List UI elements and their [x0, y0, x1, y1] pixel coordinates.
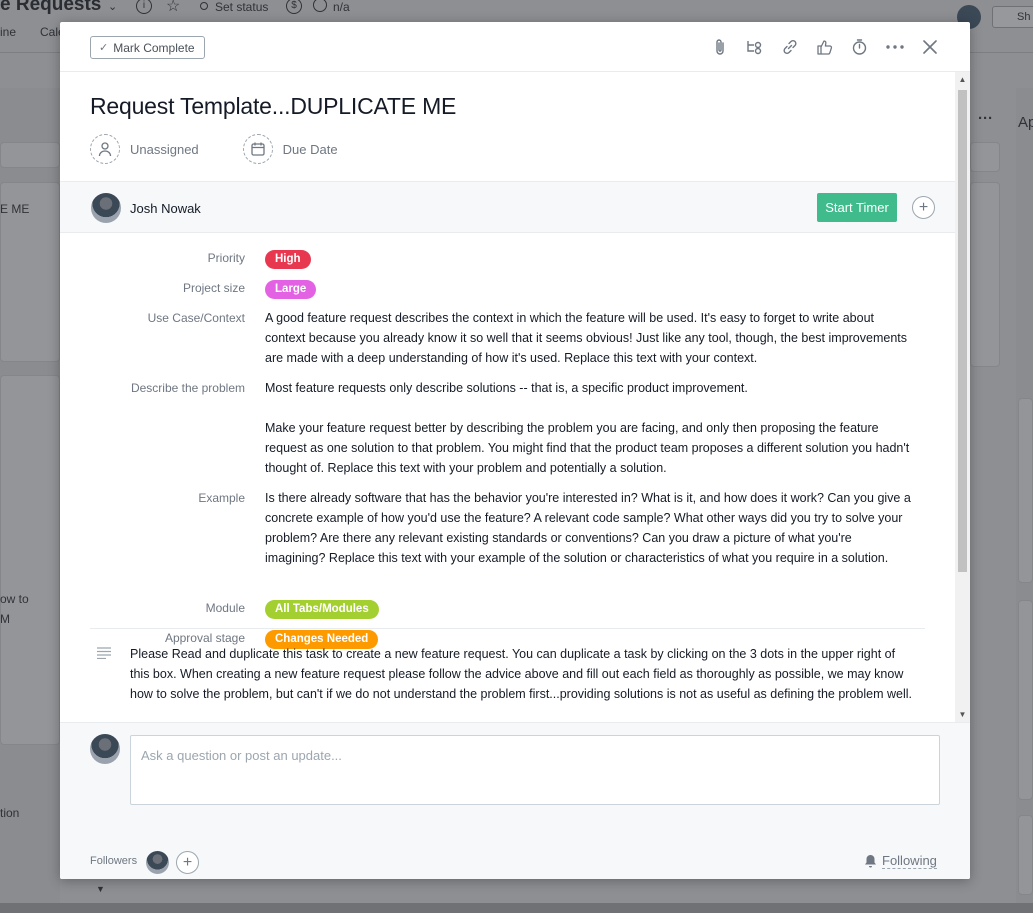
set-status-link[interactable]: Set status: [215, 0, 268, 14]
more-icon[interactable]: [884, 37, 905, 57]
add-icon[interactable]: +: [912, 196, 935, 219]
background-card: [1018, 398, 1033, 583]
close-icon[interactable]: [919, 37, 940, 57]
background-card-text: tion: [0, 806, 20, 820]
user-icon: [98, 142, 112, 157]
add-follower-icon[interactable]: +: [176, 851, 199, 874]
comment-section: Followers + Following: [60, 722, 970, 879]
task-body: Request Template...DUPLICATE ME Unassign…: [60, 72, 955, 722]
dollar-icon: $: [286, 0, 302, 14]
avatar: [90, 734, 120, 764]
star-icon[interactable]: ☆: [166, 0, 180, 16]
share-button[interactable]: Sh: [992, 6, 1033, 28]
due-date-picker[interactable]: [242, 134, 273, 164]
divider: [90, 628, 925, 629]
field-value: Large: [265, 278, 915, 299]
background-topbar: e Requests ⌄ i ☆ Set status $ n/a Sh: [0, 0, 1033, 29]
time-tracking-bar: Josh Nowak Start Timer +: [60, 181, 955, 233]
follower-avatar[interactable]: [146, 851, 169, 874]
problem-text-line: Make your feature request better by desc…: [265, 421, 910, 475]
problem-text-line: Most feature requests only describe solu…: [265, 381, 748, 395]
background-card: [970, 182, 1000, 367]
background-card: [0, 142, 60, 168]
field-label: Approval stage: [164, 631, 245, 645]
problem-text[interactable]: Most feature requests only describe solu…: [265, 378, 915, 478]
link-icon[interactable]: [779, 37, 800, 57]
comment-input[interactable]: [141, 748, 929, 763]
priority-badge[interactable]: High: [265, 250, 311, 269]
task-title[interactable]: Request Template...DUPLICATE ME: [90, 93, 456, 120]
background-card-text: ow to: [0, 592, 29, 606]
task-description[interactable]: Please Read and duplicate this task to c…: [130, 644, 915, 704]
status-dot-icon: [200, 2, 208, 10]
like-icon[interactable]: [814, 37, 835, 57]
assignee-picker[interactable]: [90, 134, 120, 164]
background-card-text: M: [0, 612, 10, 626]
task-detail-modal: ✓ Mark Complete Request Template...DUPLI…: [60, 22, 970, 879]
assignee-row: Unassigned Due Date: [90, 134, 338, 164]
project-title: e Requests: [0, 0, 102, 15]
background-card: [1018, 600, 1033, 800]
subtask-icon[interactable]: [744, 37, 765, 57]
timer-icon[interactable]: [849, 37, 870, 57]
field-label: Example: [198, 491, 245, 505]
right-column-header: Ap: [1018, 114, 1033, 131]
following-toggle[interactable]: Following: [864, 853, 937, 869]
field-label: Use Case/Context: [147, 311, 245, 325]
field-label: Project size: [182, 281, 245, 295]
description-icon: [96, 646, 112, 662]
more-icon[interactable]: ···: [978, 110, 993, 127]
task-toolbar: ✓ Mark Complete: [60, 22, 970, 72]
scroll-up-icon[interactable]: ▲: [958, 75, 967, 85]
avatar[interactable]: [91, 193, 121, 223]
module-badge[interactable]: All Tabs/Modules: [265, 600, 379, 619]
scrollbar-thumb[interactable]: [958, 90, 967, 572]
calendar-icon: [251, 142, 265, 156]
scroll-down-icon[interactable]: ▼: [958, 710, 967, 720]
followers-label: Followers: [90, 855, 138, 867]
assignee-label[interactable]: Unassigned: [130, 142, 199, 157]
background-card: [1018, 815, 1033, 895]
na-circle-icon: [313, 0, 327, 12]
field-value: All Tabs/Modules: [265, 598, 915, 619]
due-date-label[interactable]: Due Date: [283, 142, 338, 157]
use-case-text[interactable]: A good feature request describes the con…: [265, 308, 915, 368]
attachment-icon[interactable]: [709, 37, 730, 57]
field-value: High: [265, 248, 915, 269]
info-icon[interactable]: i: [136, 0, 152, 14]
background-card: [970, 142, 1000, 172]
project-size-badge[interactable]: Large: [265, 280, 317, 299]
bell-icon: [865, 855, 876, 868]
field-label: Describe the problem: [130, 381, 245, 395]
example-text[interactable]: Is there already software that has the b…: [265, 488, 915, 568]
chevron-down-icon[interactable]: ▼: [96, 884, 105, 894]
na-label: n/a: [333, 0, 350, 14]
chevron-down-icon[interactable]: ⌄: [108, 0, 117, 13]
owner-name: Josh Nowak: [130, 201, 201, 216]
mark-complete-label: Mark Complete: [113, 40, 195, 55]
background-card: [0, 375, 60, 745]
background-card-text: E ME: [0, 202, 30, 216]
start-timer-button[interactable]: Start Timer: [817, 193, 897, 222]
following-label: Following: [882, 853, 937, 869]
tab-timeline[interactable]: ine: [0, 25, 16, 39]
scrollbar[interactable]: ▲ ▼: [955, 72, 970, 722]
mark-complete-button[interactable]: ✓ Mark Complete: [90, 36, 205, 59]
comment-box[interactable]: [130, 735, 940, 805]
background-bottom-bar: [0, 903, 1033, 913]
field-label: Priority: [207, 251, 245, 265]
field-label: Module: [205, 601, 245, 615]
share-label: Sh: [1017, 11, 1031, 23]
toolbar-icons: [709, 37, 940, 57]
check-icon: ✓: [99, 42, 109, 54]
